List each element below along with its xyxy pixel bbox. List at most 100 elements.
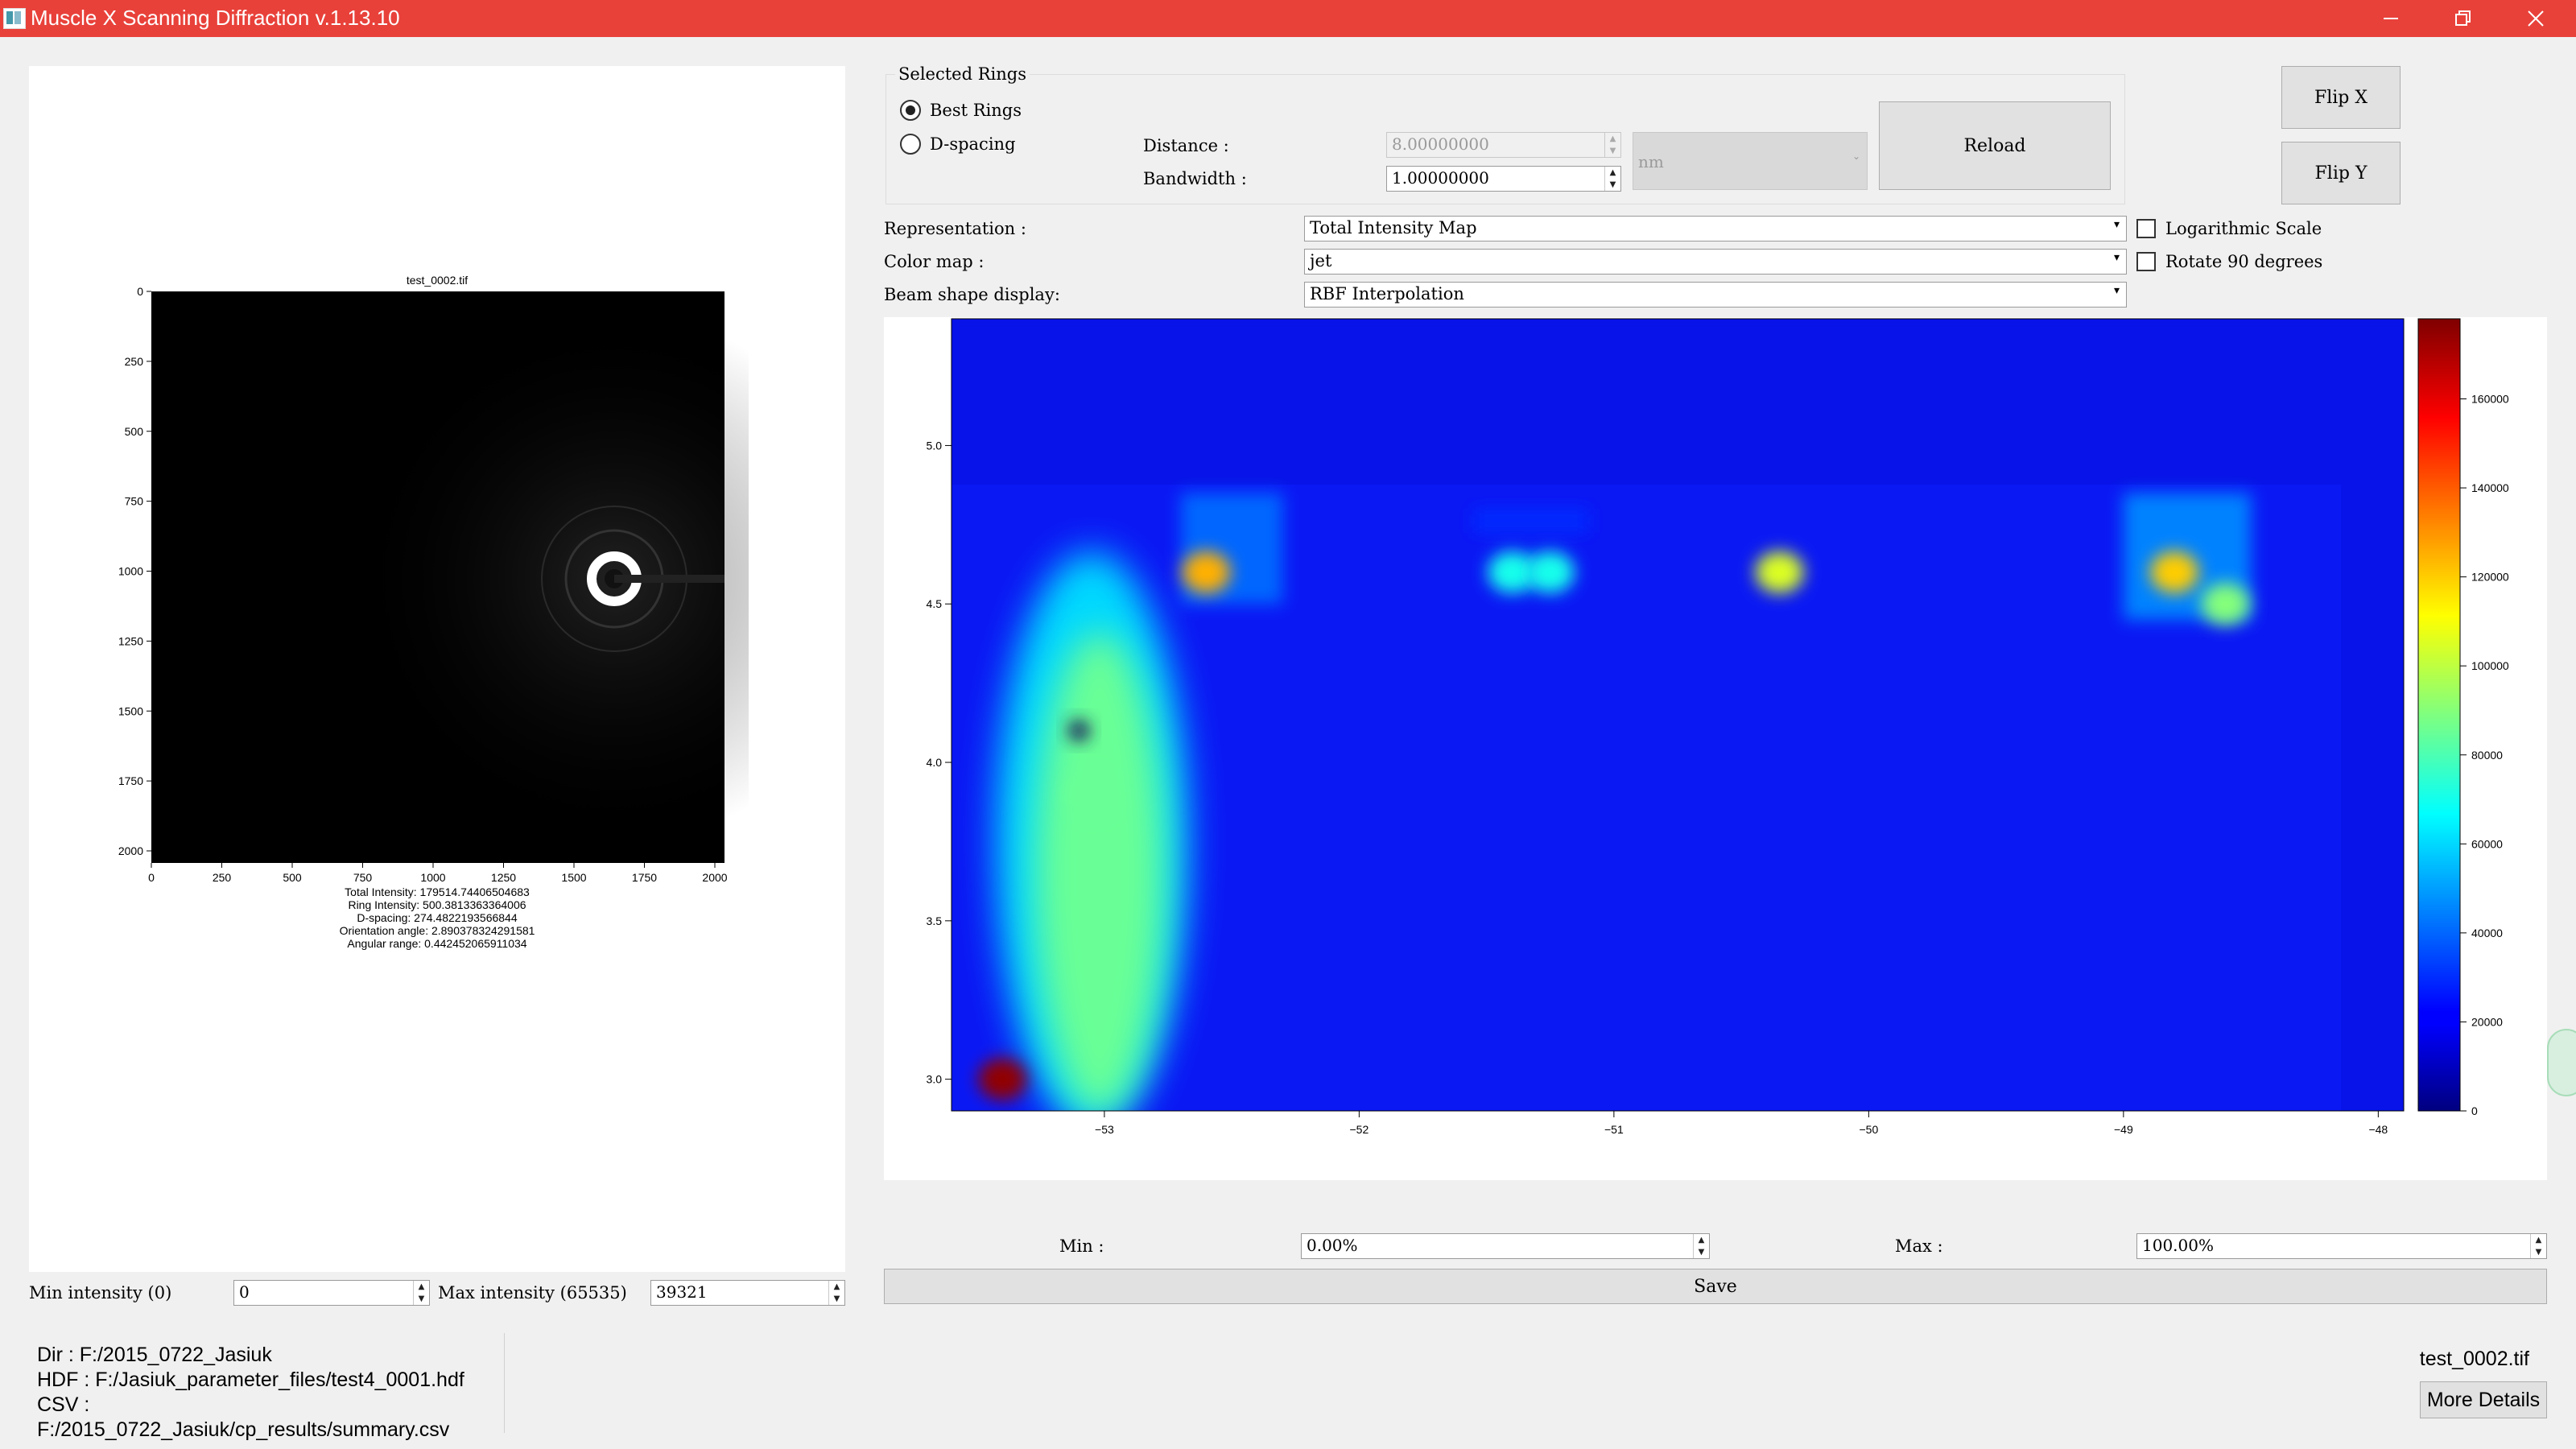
restore-icon[interactable] <box>2427 0 2500 37</box>
chevron-down-icon: ▾ <box>2113 284 2120 297</box>
heatmap-x-tick-label: −52 <box>1350 1123 1369 1136</box>
dir-path: Dir : F:/2015_0722_Jasiuk <box>37 1344 272 1366</box>
beam-shape-value: RBF Interpolation <box>1310 284 1464 303</box>
spin-arrows-icon[interactable]: ▲ ▼ <box>2530 1234 2546 1258</box>
colorbar-tick-label: 60000 <box>2471 837 2503 850</box>
image-plot-title: test_0002.tif <box>407 274 468 287</box>
heatmap-y-tick-label: 4.0 <box>927 756 943 769</box>
heatmap-y-tick-label: 3.5 <box>927 914 943 927</box>
diffraction-image-plot[interactable]: test_0002.tif 0 250 500 750 1000 1250 1500 1750… <box>105 266 749 966</box>
heatmap-chart[interactable]: 5.0 4.5 4.0 3.5 3.0 −53 −52 −51 −50 −49 −48 0 2000… <box>884 317 2547 1180</box>
image-y-tick-label: 500 <box>125 425 144 438</box>
color-map-value: jet <box>1310 251 1332 270</box>
image-y-tick-label: 1750 <box>118 774 143 787</box>
floating-tool-badge[interactable] <box>2547 1029 2576 1096</box>
chevron-down-icon: ▾ <box>2113 218 2120 231</box>
image-y-tick-label: 1000 <box>118 565 143 578</box>
colorbar-tick-label: 0 <box>2471 1104 2478 1117</box>
colorbar-tick-label: 140000 <box>2471 481 2509 494</box>
range-min-label: Min : <box>1059 1236 1104 1256</box>
chevron-down-icon: ⌄ <box>1852 151 1860 162</box>
total-intensity-text: Total Intensity: 179514.74406504683 <box>345 886 530 898</box>
color-map-label: Color map : <box>884 252 985 271</box>
heatmap-feature <box>1473 509 1589 533</box>
rotate-90-checkbox[interactable] <box>2136 252 2156 271</box>
image-y-tick-label: 250 <box>125 355 144 368</box>
image-x-tick-label: 250 <box>213 871 232 884</box>
beam-stop-arm <box>614 575 724 583</box>
colorbar-tick-label: 100000 <box>2471 659 2509 672</box>
unit-combo[interactable]: nm ⌄ <box>1633 132 1868 190</box>
min-intensity-spinbox[interactable]: 0 ▲ ▼ <box>233 1280 430 1306</box>
heatmap-hotspot <box>1067 773 1117 815</box>
flip-y-label: Flip Y <box>2314 163 2368 184</box>
best-rings-radio[interactable] <box>900 100 921 121</box>
spin-arrows-icon[interactable]: ▲ ▼ <box>413 1281 429 1305</box>
heatmap-y-tick-label: 5.0 <box>927 439 943 452</box>
beam-shape-label: Beam shape display: <box>884 285 1060 304</box>
orientation-angle-text: Orientation angle: 2.890378324291581 <box>339 924 535 937</box>
distance-spinbox[interactable]: 8.00000000 ▲ ▼ <box>1386 132 1621 158</box>
heatmap-top-band <box>952 319 2404 485</box>
representation-combo[interactable]: Total Intensity Map ▾ <box>1304 216 2127 242</box>
colorbar-tick-label: 20000 <box>2471 1015 2503 1028</box>
log-scale-checkbox[interactable] <box>2136 219 2156 238</box>
bandwidth-spinbox[interactable]: 1.00000000 ▲ ▼ <box>1386 166 1621 192</box>
d-spacing-text: D-spacing: 274.4822193566844 <box>357 911 518 924</box>
range-max-spinbox[interactable]: 100.00% ▲ ▼ <box>2136 1233 2547 1259</box>
save-label: Save <box>1694 1276 1737 1297</box>
reload-label: Reload <box>1963 135 2026 156</box>
more-details-label: More Details <box>2426 1388 2541 1411</box>
image-y-axis: 0 250 500 750 1000 1250 1500 1750 2000 <box>118 285 151 857</box>
image-y-tick-label: 2000 <box>118 844 143 857</box>
flip-y-button[interactable]: Flip Y <box>2281 142 2401 204</box>
heatmap-x-tick-label: −51 <box>1604 1123 1624 1136</box>
heatmap-band-core <box>1035 631 1165 1111</box>
heatmap-x-tick-label: −50 <box>1859 1123 1878 1136</box>
bandwidth-value: 1.00000000 <box>1392 168 1489 188</box>
hdf-path: HDF : F:/Jasiuk_parameter_files/test4_00… <box>37 1368 464 1391</box>
unit-value: nm <box>1638 152 1664 171</box>
range-max-value: 100.00% <box>2142 1236 2214 1255</box>
minimize-icon[interactable] <box>2355 0 2427 37</box>
spin-arrows-icon[interactable]: ▲ ▼ <box>828 1281 844 1305</box>
max-intensity-spinbox[interactable]: 39321 ▲ ▼ <box>650 1280 845 1306</box>
image-x-tick-label: 1000 <box>420 871 445 884</box>
image-x-tick-label: 0 <box>148 871 155 884</box>
angular-range-text: Angular range: 0.442452065911034 <box>347 937 527 950</box>
colorbar-tick-label: 80000 <box>2471 749 2503 762</box>
ring-intensity-text: Ring Intensity: 500.3813363364006 <box>348 898 526 911</box>
d-spacing-radio[interactable] <box>900 134 921 155</box>
heatmap-x-tick-label: −53 <box>1095 1123 1114 1136</box>
image-x-tick-label: 500 <box>283 871 302 884</box>
spin-arrows-icon[interactable]: ▲ ▼ <box>1604 133 1620 157</box>
heatmap-x-axis: −53 −52 −51 −50 −49 −48 <box>1095 1111 2388 1136</box>
d-spacing-label: D-spacing <box>930 134 1016 154</box>
save-button[interactable]: Save <box>884 1269 2547 1304</box>
image-y-tick-label: 0 <box>137 285 143 298</box>
image-x-tick-label: 1750 <box>632 871 657 884</box>
more-details-button[interactable]: More Details <box>2420 1381 2547 1418</box>
window-title: Muscle X Scanning Diffraction v.1.13.10 <box>31 6 400 30</box>
heatmap-hotspot <box>1182 551 1231 593</box>
max-intensity-value: 39321 <box>656 1282 708 1302</box>
log-scale-label: Logarithmic Scale <box>2165 219 2322 238</box>
color-map-combo[interactable]: jet ▾ <box>1304 249 2127 275</box>
close-icon[interactable] <box>2500 0 2572 37</box>
max-intensity-label: Max intensity (65535) <box>438 1283 627 1302</box>
spin-arrows-icon[interactable]: ▲ ▼ <box>1604 167 1620 191</box>
reload-button[interactable]: Reload <box>1879 101 2111 190</box>
app-icon <box>3 8 26 29</box>
heatmap-hotspot <box>1755 551 1804 593</box>
min-intensity-value: 0 <box>239 1282 250 1302</box>
image-x-tick-label: 750 <box>353 871 373 884</box>
beam-shape-combo[interactable]: RBF Interpolation ▾ <box>1304 282 2127 308</box>
csv-path: CSV : F:/2015_0722_Jasiuk/cp_results/sum… <box>37 1393 450 1441</box>
current-file-label: test_0002.tif <box>2419 1348 2529 1370</box>
image-y-tick-label: 750 <box>125 495 144 508</box>
spin-arrows-icon[interactable]: ▲ ▼ <box>1693 1234 1709 1258</box>
distance-label: Distance : <box>1143 136 1229 155</box>
flip-x-button[interactable]: Flip X <box>2281 66 2401 129</box>
heatmap-x-tick-label: −49 <box>2114 1123 2133 1136</box>
range-min-spinbox[interactable]: 0.00% ▲ ▼ <box>1301 1233 1710 1259</box>
